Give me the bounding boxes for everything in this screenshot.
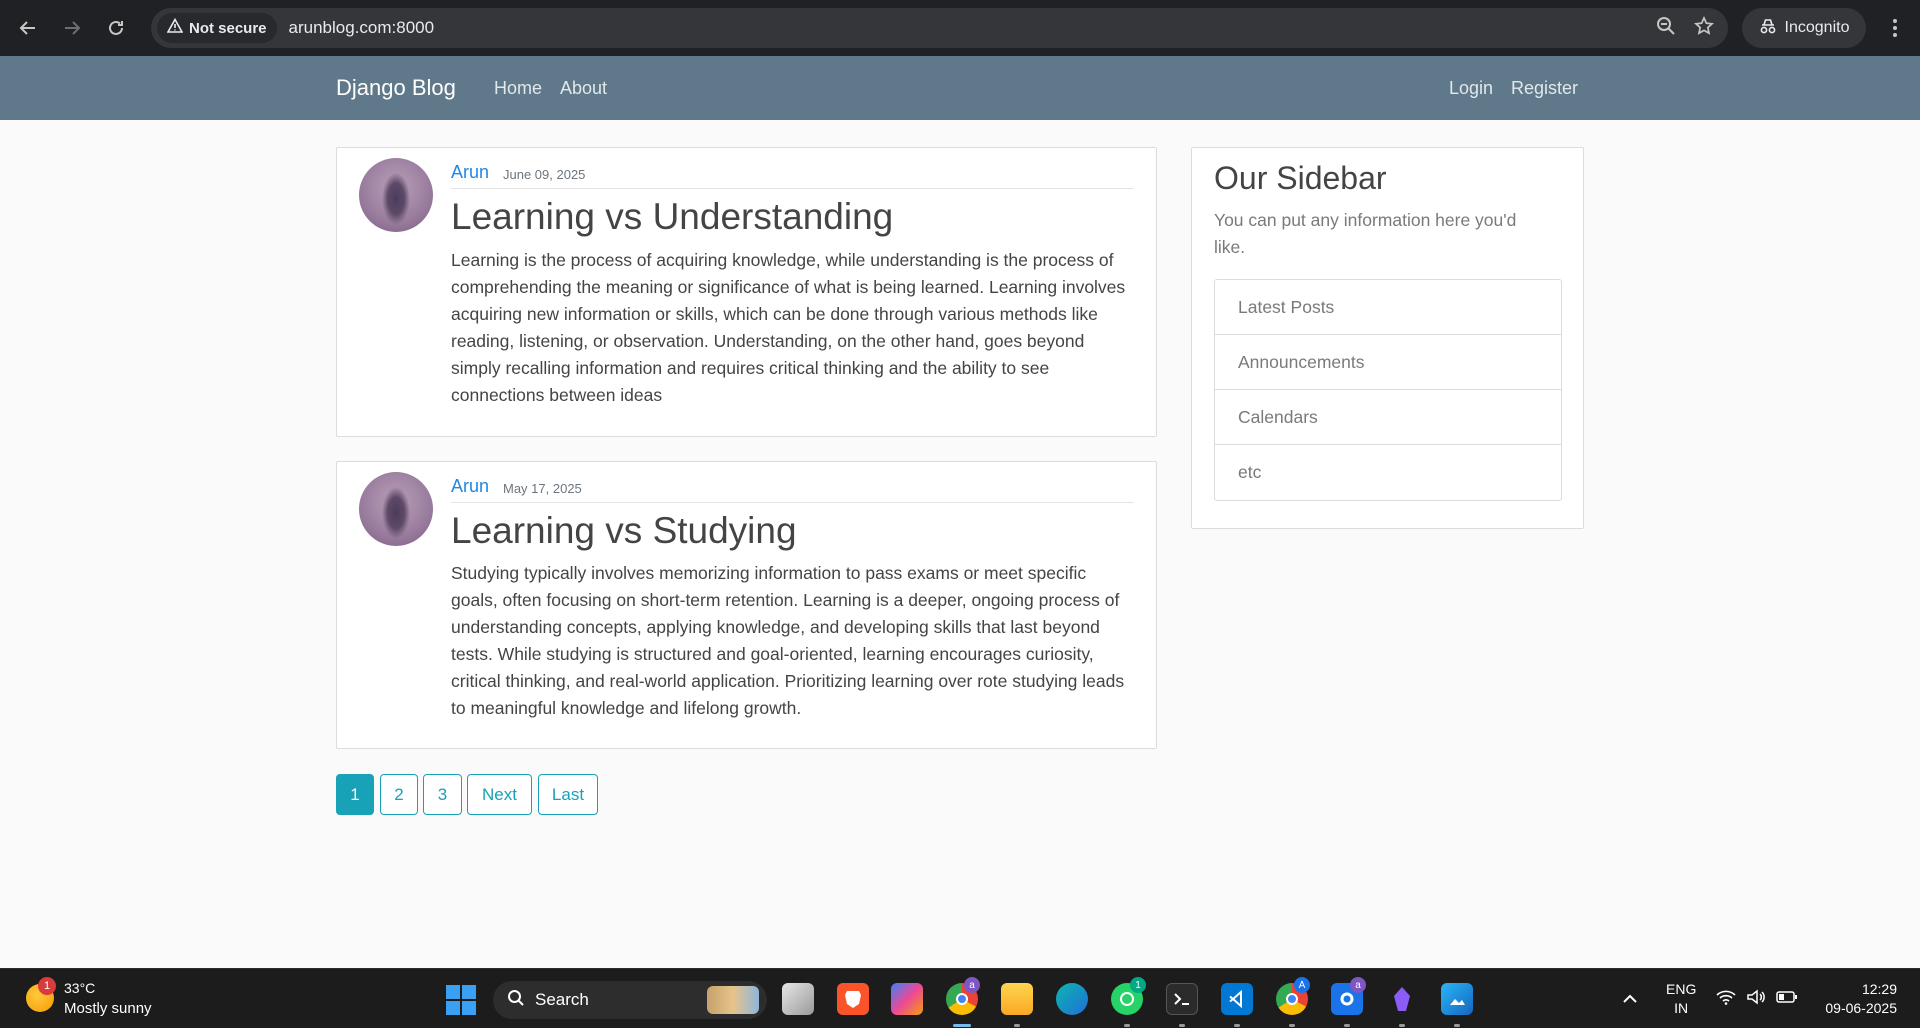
site-navbar: Django Blog Home About Login Register [0, 56, 1920, 120]
sidebar-item-calendars[interactable]: Calendars [1215, 390, 1561, 445]
url-text[interactable]: arunblog.com:8000 [289, 18, 435, 38]
post-author-link[interactable]: Arun [451, 162, 489, 183]
chrome-profile-badge: A [1294, 977, 1310, 993]
copilot-icon[interactable] [891, 983, 923, 1015]
nav-register-link[interactable]: Register [1511, 78, 1578, 99]
running-indicator [1344, 1024, 1350, 1027]
battery-icon [1776, 990, 1798, 1009]
security-indicator[interactable]: Not secure [157, 13, 277, 43]
nav-about-link[interactable]: About [560, 78, 607, 99]
clock-date: 09-06-2025 [1825, 1000, 1897, 1016]
browser-menu-icon[interactable] [1880, 8, 1910, 48]
taskbar-search-box[interactable]: Search [493, 981, 767, 1019]
sidebar-list: Latest Posts Announcements Calendars etc [1214, 279, 1562, 501]
nav-home-link[interactable]: Home [494, 78, 542, 99]
vscode-icon[interactable] [1221, 983, 1253, 1015]
post-content: Studying typically involves memorizing i… [451, 563, 1125, 718]
last-page-button[interactable]: Last [538, 774, 598, 815]
search-highlight-image [707, 986, 759, 1014]
post-author-link[interactable]: Arun [451, 476, 489, 497]
task-view-icon[interactable] [782, 983, 814, 1015]
post-content: Learning is the process of acquiring kno… [451, 250, 1126, 405]
author-avatar [359, 472, 433, 546]
page-2-button[interactable]: 2 [380, 774, 418, 815]
taskbar-clock[interactable]: 12:29 09-06-2025 [1825, 980, 1897, 1018]
post-date: May 17, 2025 [503, 481, 582, 496]
back-icon[interactable] [6, 6, 50, 50]
sidebar-item-latest-posts[interactable]: Latest Posts [1215, 280, 1561, 335]
meta-divider [451, 502, 1134, 503]
page-3-button[interactable]: 3 [423, 774, 462, 815]
obsidian-icon[interactable] [1386, 983, 1418, 1015]
file-explorer-icon[interactable] [1001, 983, 1033, 1015]
incognito-label: Incognito [1784, 19, 1850, 36]
clock-time: 12:29 [1861, 981, 1897, 997]
post-date: June 09, 2025 [503, 167, 586, 182]
reload-icon[interactable] [94, 6, 138, 50]
running-indicator [1454, 1024, 1460, 1027]
meta-divider [451, 188, 1134, 189]
page-1-button[interactable]: 1 [336, 774, 374, 815]
volume-icon [1746, 988, 1766, 1010]
photos-icon[interactable] [1441, 983, 1473, 1015]
sidebar-item-etc[interactable]: etc [1215, 445, 1561, 500]
running-indicator [1399, 1024, 1405, 1027]
region-code: IN [1674, 1000, 1689, 1016]
weather-badge: 1 [38, 977, 56, 995]
incognito-icon [1759, 18, 1777, 39]
warning-icon [166, 17, 184, 38]
browser-toolbar: Not secure arunblog.com:8000 Incognito [0, 0, 1920, 56]
active-app-indicator [953, 1024, 971, 1027]
running-indicator [1014, 1024, 1020, 1027]
language-indicator[interactable]: ENG IN [1666, 980, 1696, 1018]
post-title-link[interactable]: Learning vs Understanding [451, 196, 893, 238]
incognito-chip[interactable]: Incognito [1742, 8, 1866, 48]
edge-icon[interactable] [1056, 983, 1088, 1015]
running-indicator [1289, 1024, 1295, 1027]
app-badge: a [1350, 977, 1366, 993]
address-bar[interactable]: Not secure arunblog.com:8000 [151, 8, 1728, 48]
sidebar: Our Sidebar You can put any information … [1191, 147, 1584, 529]
nav-login-link[interactable]: Login [1449, 78, 1493, 99]
bookmark-star-icon[interactable] [1694, 15, 1714, 41]
security-label: Not secure [189, 19, 267, 37]
sidebar-item-announcements[interactable]: Announcements [1215, 335, 1561, 390]
whatsapp-badge: 1 [1130, 977, 1146, 993]
windows-start-icon[interactable] [446, 985, 476, 1015]
post-card: Arun May 17, 2025 Learning vs Studying S… [336, 461, 1157, 749]
weather-temperature[interactable]: 33°C [64, 980, 95, 996]
brave-icon[interactable] [837, 983, 869, 1015]
show-hidden-icons[interactable] [1622, 969, 1638, 1028]
author-avatar [359, 158, 433, 232]
running-indicator [1234, 1024, 1240, 1027]
forward-icon[interactable] [50, 6, 94, 50]
windows-taskbar: 1 33°C Mostly sunny Search a 1 A a ENG I… [0, 968, 1920, 1028]
next-page-button[interactable]: Next [467, 774, 532, 815]
running-indicator [1124, 1024, 1130, 1027]
post-card: Arun June 09, 2025 Learning vs Understan… [336, 147, 1157, 437]
search-icon [507, 989, 525, 1012]
weather-condition[interactable]: Mostly sunny [64, 1000, 152, 1017]
running-indicator [1179, 1024, 1185, 1027]
terminal-icon[interactable] [1166, 983, 1198, 1015]
post-title-link[interactable]: Learning vs Studying [451, 510, 797, 552]
taskbar-search-label: Search [535, 990, 589, 1009]
zoom-icon[interactable] [1656, 16, 1676, 41]
language-code: ENG [1666, 981, 1697, 997]
sidebar-description: You can put any information here you'd l… [1214, 210, 1517, 257]
chrome-profile-badge: a [964, 977, 980, 993]
wifi-icon [1716, 989, 1736, 1010]
sidebar-title: Our Sidebar [1214, 160, 1387, 196]
system-tray[interactable] [1716, 969, 1798, 1028]
brand-link[interactable]: Django Blog [336, 75, 456, 101]
